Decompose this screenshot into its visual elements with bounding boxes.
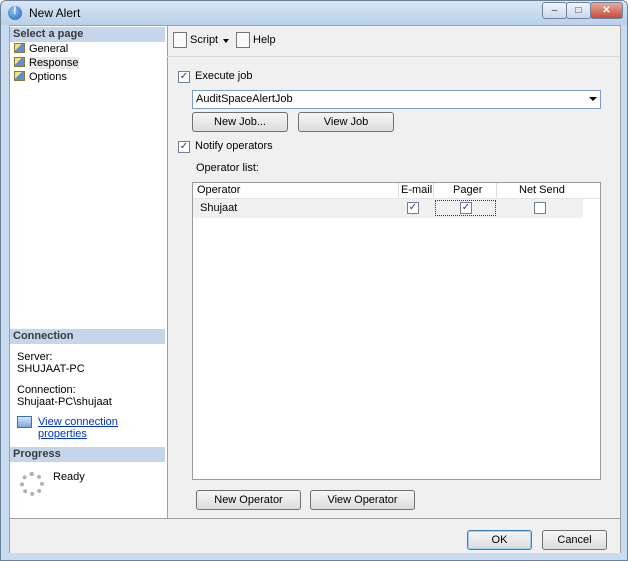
new-alert-window: New Alert – □ ✕ Select a page General Re…	[0, 0, 628, 561]
pager-checkbox[interactable]: ✓	[460, 202, 472, 214]
help-icon	[236, 32, 250, 48]
ok-button[interactable]: OK	[467, 530, 532, 550]
column-divider[interactable]	[398, 183, 399, 198]
dialog-client: Select a page General Response Options C…	[9, 25, 621, 553]
script-button[interactable]: Script	[190, 34, 218, 47]
page-icon	[14, 43, 25, 53]
execute-job-label: Execute job	[195, 70, 253, 82]
notify-operators-label: Notify operators	[195, 140, 273, 152]
operator-list-label: Operator list:	[196, 162, 259, 174]
select-page-header: Select a page	[10, 27, 165, 42]
job-name-value: AuditSpaceAlertJob	[196, 93, 293, 105]
page-icon	[14, 71, 25, 81]
script-icon	[173, 32, 187, 48]
progress-spinner-icon	[20, 472, 44, 496]
cancel-button[interactable]: Cancel	[542, 530, 607, 550]
connection-value: Shujaat-PC\shujaat	[17, 396, 112, 408]
close-button[interactable]: ✕	[590, 2, 623, 19]
view-job-button[interactable]: View Job	[298, 112, 394, 132]
operator-grid: Operator E-mail Pager Net Send Shujaat ✓…	[192, 182, 601, 480]
column-header-email[interactable]: E-mail	[401, 183, 433, 199]
help-button[interactable]: Help	[253, 34, 276, 47]
check-icon: ✓	[179, 71, 189, 82]
chevron-down-icon[interactable]	[589, 97, 597, 101]
connection-properties-icon	[17, 416, 32, 428]
dialog-footer: OK Cancel	[10, 518, 620, 553]
left-pane: Select a page General Response Options C…	[10, 26, 168, 518]
check-icon: ✓	[179, 141, 189, 152]
title-bar[interactable]: New Alert – □ ✕	[1, 1, 627, 25]
net-send-checkbox[interactable]	[534, 202, 546, 214]
toolbar: Script Help	[167, 26, 620, 57]
column-divider[interactable]	[433, 183, 434, 198]
check-icon: ✓	[408, 202, 418, 213]
view-connection-properties-link[interactable]: View connection properties	[38, 416, 167, 440]
progress-status: Ready	[53, 471, 85, 483]
new-job-button[interactable]: New Job...	[192, 112, 288, 132]
alert-icon	[8, 5, 22, 20]
operator-name: Shujaat	[200, 202, 238, 214]
window-title: New Alert	[29, 6, 81, 20]
column-header-pager[interactable]: Pager	[453, 183, 483, 199]
progress-header: Progress	[10, 447, 165, 462]
server-label: Server:	[17, 351, 53, 363]
notify-operators-checkbox[interactable]: ✓	[178, 141, 190, 153]
new-operator-button[interactable]: New Operator	[196, 490, 301, 510]
page-item-general[interactable]: General	[14, 43, 68, 56]
column-divider[interactable]	[496, 183, 497, 198]
chevron-down-icon[interactable]	[223, 39, 229, 43]
page-item-response[interactable]: Response	[14, 57, 79, 70]
connection-header: Connection	[10, 329, 165, 344]
minimize-button[interactable]: –	[542, 2, 567, 19]
table-row[interactable]: Shujaat ✓ ✓	[193, 199, 583, 218]
job-name-combo[interactable]: AuditSpaceAlertJob	[192, 90, 601, 109]
page-item-options[interactable]: Options	[14, 71, 67, 84]
connection-label: Connection:	[17, 384, 76, 396]
execute-job-checkbox[interactable]: ✓	[178, 71, 190, 83]
maximize-button[interactable]: □	[566, 2, 591, 19]
column-header-net-send[interactable]: Net Send	[519, 183, 565, 199]
check-icon: ✓	[461, 202, 471, 213]
server-value: SHUJAAT-PC	[17, 363, 85, 375]
response-page: Script Help ✓ Execute job AuditSpaceAler…	[167, 26, 620, 518]
email-checkbox[interactable]: ✓	[407, 202, 419, 214]
page-icon	[14, 57, 25, 67]
column-header-operator[interactable]: Operator	[197, 183, 241, 199]
view-operator-button[interactable]: View Operator	[310, 490, 415, 510]
